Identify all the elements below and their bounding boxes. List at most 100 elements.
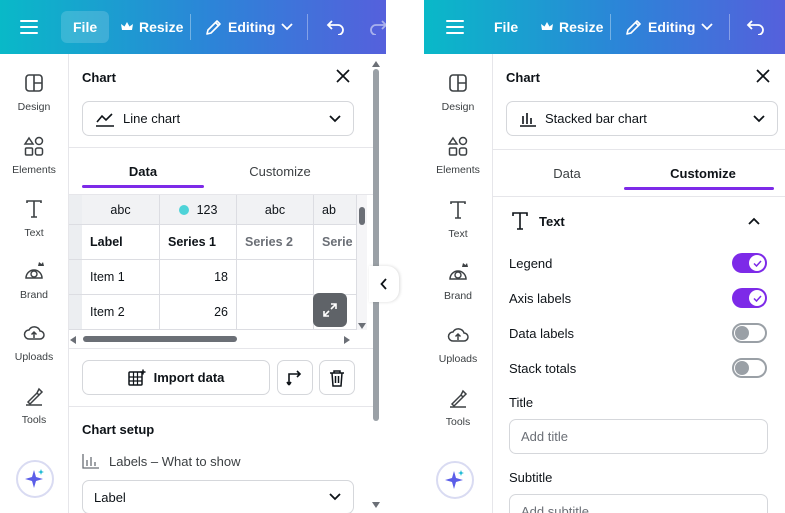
scroll-left-arrow-icon[interactable] xyxy=(70,336,76,344)
rail-item-uploads[interactable]: Uploads xyxy=(424,324,492,365)
table-cell[interactable] xyxy=(314,260,357,295)
header-cell-series-2[interactable]: Series 2 xyxy=(237,225,314,260)
table-vertical-scrollbar[interactable] xyxy=(357,195,367,330)
editing-label: Editing xyxy=(648,19,696,35)
chevron-up-icon[interactable] xyxy=(748,217,760,225)
scroll-up-arrow-icon[interactable] xyxy=(372,61,380,67)
rail-item-design[interactable]: Design xyxy=(424,72,492,113)
editing-button[interactable]: Editing xyxy=(205,0,294,54)
table-horizontal-scrollbar[interactable] xyxy=(69,334,357,344)
sparkle-icon xyxy=(25,469,44,488)
column-type-label[interactable]: abc xyxy=(82,195,160,225)
data-labels-toggle[interactable] xyxy=(732,323,767,343)
column-type-series-2[interactable]: abc xyxy=(237,195,314,225)
close-icon[interactable] xyxy=(336,69,350,83)
undo-button[interactable] xyxy=(746,0,766,54)
chart-type-select[interactable]: Stacked bar chart xyxy=(506,101,778,136)
file-button[interactable]: File xyxy=(61,11,110,43)
resize-button[interactable]: Resize xyxy=(541,0,603,54)
column-type-series-3[interactable]: ab xyxy=(314,195,357,225)
chart-type-value: Stacked bar chart xyxy=(545,111,647,126)
divider xyxy=(69,147,379,148)
rail-label-text: Text xyxy=(448,228,468,240)
expand-table-button[interactable] xyxy=(313,293,347,327)
divider xyxy=(493,196,785,197)
screenshot-gap xyxy=(369,0,424,513)
divider xyxy=(69,348,379,349)
panel-scroll-thumb[interactable] xyxy=(373,69,379,421)
rail-item-elements[interactable]: Elements xyxy=(424,135,492,176)
header-cell-series-1[interactable]: Series 1 xyxy=(160,225,237,260)
rail-label-uploads: Uploads xyxy=(438,353,478,365)
toolbar-divider xyxy=(729,14,730,40)
table-vertical-scroll-thumb[interactable] xyxy=(359,207,365,225)
scroll-right-arrow-icon[interactable] xyxy=(344,336,350,344)
table-cell[interactable]: Item 1 xyxy=(82,260,160,295)
cloud-upload-icon xyxy=(447,328,469,342)
menu-button[interactable] xyxy=(446,0,464,54)
title-input[interactable]: Add title xyxy=(509,419,768,454)
swap-rows-columns-button[interactable] xyxy=(277,360,313,395)
table-cell[interactable] xyxy=(237,295,314,330)
close-icon[interactable] xyxy=(756,69,770,83)
legend-toggle[interactable] xyxy=(732,253,767,273)
chart-panel-data: Chart Line chart Data Customize abc 123 … xyxy=(68,54,386,513)
header-cell-series-3[interactable]: Serie xyxy=(314,225,357,260)
import-data-button[interactable]: Import data xyxy=(82,360,270,395)
rail-item-text[interactable]: Text xyxy=(0,198,68,239)
rail-item-design[interactable]: Design xyxy=(0,72,68,113)
undo-button[interactable] xyxy=(326,0,346,54)
check-icon xyxy=(752,259,762,267)
tab-customize[interactable]: Customize xyxy=(219,164,341,179)
collapse-panel-button[interactable] xyxy=(369,266,399,302)
left-screenshot: File Resize Editing Design Elements Text… xyxy=(0,0,386,513)
table-cell[interactable]: 26 xyxy=(160,295,237,330)
tab-customize[interactable]: Customize xyxy=(642,166,764,181)
rail-item-tools[interactable]: Tools xyxy=(0,385,68,426)
label-column-value: Label xyxy=(94,489,126,505)
rail-item-tools[interactable]: Tools xyxy=(424,387,492,428)
redo-button[interactable] xyxy=(368,0,386,54)
chart-type-select[interactable]: Line chart xyxy=(82,101,354,136)
check-icon xyxy=(752,294,762,302)
rail-item-elements[interactable]: Elements xyxy=(0,135,68,176)
resize-button[interactable]: Resize xyxy=(121,0,183,54)
file-button[interactable]: File xyxy=(494,0,518,54)
tools-icon xyxy=(450,389,468,408)
resize-label: Resize xyxy=(559,19,604,35)
menu-button[interactable] xyxy=(20,0,38,54)
scroll-down-arrow-icon[interactable] xyxy=(358,323,366,329)
scroll-down-arrow-icon[interactable] xyxy=(372,502,380,508)
stack-totals-label: Stack totals xyxy=(509,361,577,376)
table-cell[interactable] xyxy=(237,260,314,295)
rail-label-design: Design xyxy=(17,101,51,113)
rail-item-text[interactable]: Text xyxy=(424,199,492,240)
text-section-header[interactable]: Text xyxy=(512,212,565,230)
subtitle-input[interactable]: Add subtitle xyxy=(509,494,768,513)
magic-button[interactable] xyxy=(436,461,474,499)
table-add-icon xyxy=(127,369,146,386)
table-cell[interactable]: 18 xyxy=(160,260,237,295)
crown-icon xyxy=(541,22,553,30)
expand-icon xyxy=(323,303,337,317)
rail-item-brand[interactable]: Brand xyxy=(424,261,492,302)
tab-data[interactable]: Data xyxy=(506,166,628,181)
magic-button[interactable] xyxy=(16,460,54,498)
tab-data[interactable]: Data xyxy=(82,164,204,179)
rail-item-brand[interactable]: Brand xyxy=(0,260,68,301)
table-cell[interactable]: Item 2 xyxy=(82,295,160,330)
rail-label-elements: Elements xyxy=(12,164,56,176)
rail-label-brand: Brand xyxy=(19,289,49,301)
axis-labels-toggle[interactable] xyxy=(732,288,767,308)
data-table: abc 123 abc ab Label Series 1 Series 2 S… xyxy=(69,195,357,330)
rail-item-uploads[interactable]: Uploads xyxy=(0,322,68,363)
label-column-select[interactable]: Label xyxy=(82,480,354,513)
editing-button[interactable]: Editing xyxy=(625,0,714,54)
stack-totals-toggle[interactable] xyxy=(732,358,767,378)
table-horizontal-scroll-thumb[interactable] xyxy=(83,336,237,342)
delete-button[interactable] xyxy=(319,360,355,395)
header-cell-label[interactable]: Label xyxy=(82,225,160,260)
column-type-series-1[interactable]: 123 xyxy=(160,195,237,225)
text-icon xyxy=(450,201,466,219)
hamburger-icon xyxy=(20,20,38,34)
